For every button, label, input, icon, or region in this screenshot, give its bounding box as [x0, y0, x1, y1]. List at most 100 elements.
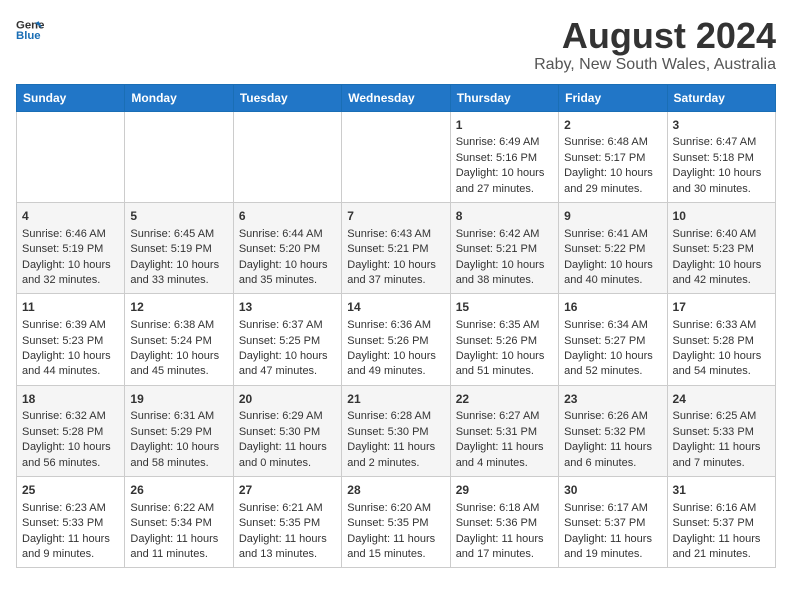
day-cell: 15 Sunrise: 6:35 AMSunset: 5:26 PMDayligh…: [450, 294, 558, 385]
day-info: Sunrise: 6:34 AM: [564, 318, 661, 333]
day-number: 20: [239, 391, 336, 408]
day-cell: [233, 111, 341, 202]
day-info: Daylight: 10 hours: [456, 258, 553, 273]
day-cell: 23Sunrise: 6:26 AMSunset: 5:32 PMDayligh…: [559, 385, 667, 476]
day-cell: 9Sunrise: 6:41 AMSunset: 5:22 PMDaylight…: [559, 202, 667, 293]
day-number: 30: [564, 482, 661, 499]
day-cell: [17, 111, 125, 202]
day-cell: 16Sunrise: 6:34 AMSunset: 5:27 PMDayligh…: [559, 294, 667, 385]
day-info: and 52 minutes.: [564, 364, 661, 379]
day-info: Sunrise: 6:43 AM: [347, 227, 444, 242]
day-info: Sunrise: 6:16 AM: [673, 501, 770, 516]
day-info: Sunset: 5:30 PM: [347, 425, 444, 440]
day-info: Sunrise: 6:29 AM: [239, 409, 336, 424]
day-number: 15: [456, 299, 553, 316]
day-info: Sunrise: 6:22 AM: [130, 501, 227, 516]
day-info: Sunset: 5:19 PM: [22, 242, 119, 257]
header-cell-monday: Monday: [125, 84, 233, 111]
day-info: Sunset: 5:18 PM: [673, 151, 770, 166]
day-number: 22: [456, 391, 553, 408]
day-info: Sunrise: 6:40 AM: [673, 227, 770, 242]
day-info: Sunset: 5:36 PM: [456, 516, 553, 531]
day-number: 25: [22, 482, 119, 499]
day-info: Sunset: 5:27 PM: [564, 334, 661, 349]
day-info: and 42 minutes.: [673, 273, 770, 288]
day-info: Sunrise: 6:44 AM: [239, 227, 336, 242]
day-info: Sunset: 5:17 PM: [564, 151, 661, 166]
day-info: Daylight: 11 hours: [347, 532, 444, 547]
day-info: Daylight: 11 hours: [347, 440, 444, 455]
day-info: Daylight: 10 hours: [673, 349, 770, 364]
day-cell: 25 Sunrise: 6:23 AMSunset: 5:33 PMDayligh…: [17, 477, 125, 568]
week-row-5: 25Sunrise: 6:23 AMSunset: 5:33 PMDayligh…: [17, 477, 776, 568]
day-info: Daylight: 10 hours: [22, 349, 119, 364]
day-info: and 30 minutes.: [673, 182, 770, 197]
day-info: Sunrise: 6:32 AM: [22, 409, 119, 424]
day-info: Daylight: 10 hours: [130, 349, 227, 364]
day-info: and 9 minutes.: [22, 547, 119, 562]
day-cell: 21Sunrise: 6:28 AMSunset: 5:30 PMDayligh…: [342, 385, 450, 476]
day-number: 31: [673, 482, 770, 499]
header-cell-wednesday: Wednesday: [342, 84, 450, 111]
day-info: Sunrise: 6:21 AM: [239, 501, 336, 516]
day-number: 13: [239, 299, 336, 316]
day-info: Sunrise: 6:49 AM: [456, 135, 553, 150]
day-info: Sunrise: 6:23 AM: [22, 501, 119, 516]
day-info: Sunset: 5:22 PM: [564, 242, 661, 257]
day-info: Sunrise: 6:46 AM: [22, 227, 119, 242]
day-cell: 22Sunrise: 6:27 AMSunset: 5:31 PMDayligh…: [450, 385, 558, 476]
day-info: Sunrise: 6:45 AM: [130, 227, 227, 242]
day-info: Sunset: 5:29 PM: [130, 425, 227, 440]
day-info: Sunset: 5:23 PM: [673, 242, 770, 257]
header-cell-friday: Friday: [559, 84, 667, 111]
day-info: Daylight: 10 hours: [456, 166, 553, 181]
day-info: Daylight: 11 hours: [456, 532, 553, 547]
day-info: and 15 minutes.: [347, 547, 444, 562]
day-info: and 40 minutes.: [564, 273, 661, 288]
day-cell: 17Sunrise: 6:33 AMSunset: 5:28 PMDayligh…: [667, 294, 775, 385]
day-info: Sunrise: 6:36 AM: [347, 318, 444, 333]
day-cell: 7Sunrise: 6:43 AMSunset: 5:21 PMDaylight…: [342, 202, 450, 293]
header-cell-thursday: Thursday: [450, 84, 558, 111]
day-info: and 47 minutes.: [239, 364, 336, 379]
day-info: Daylight: 10 hours: [456, 349, 553, 364]
day-info: Sunset: 5:37 PM: [673, 516, 770, 531]
day-cell: 29Sunrise: 6:18 AMSunset: 5:36 PMDayligh…: [450, 477, 558, 568]
day-info: Daylight: 10 hours: [239, 349, 336, 364]
day-info: Sunset: 5:33 PM: [673, 425, 770, 440]
header-row: SundayMondayTuesdayWednesdayThursdayFrid…: [17, 84, 776, 111]
day-info: Sunset: 5:33 PM: [22, 516, 119, 531]
day-number: 9: [564, 208, 661, 225]
day-cell: 28Sunrise: 6:20 AMSunset: 5:35 PMDayligh…: [342, 477, 450, 568]
day-info: Daylight: 11 hours: [673, 440, 770, 455]
day-cell: 18Sunrise: 6:32 AMSunset: 5:28 PMDayligh…: [17, 385, 125, 476]
day-info: Daylight: 11 hours: [22, 532, 119, 547]
day-cell: 14Sunrise: 6:36 AMSunset: 5:26 PMDayligh…: [342, 294, 450, 385]
day-info: Sunset: 5:26 PM: [456, 334, 553, 349]
day-info: Sunrise: 6:35 AM: [456, 318, 553, 333]
day-info: Sunset: 5:31 PM: [456, 425, 553, 440]
day-number: 7: [347, 208, 444, 225]
day-cell: 3Sunrise: 6:47 AMSunset: 5:18 PMDaylight…: [667, 111, 775, 202]
day-info: and 17 minutes.: [456, 547, 553, 562]
day-info: and 33 minutes.: [130, 273, 227, 288]
day-number: 18: [22, 391, 119, 408]
day-number: 17: [673, 299, 770, 316]
day-cell: 13Sunrise: 6:37 AMSunset: 5:25 PMDayligh…: [233, 294, 341, 385]
day-info: and 2 minutes.: [347, 456, 444, 471]
day-info: Sunset: 5:26 PM: [347, 334, 444, 349]
day-info: and 6 minutes.: [564, 456, 661, 471]
day-info: Sunrise: 6:48 AM: [564, 135, 661, 150]
day-info: Daylight: 11 hours: [564, 532, 661, 547]
day-number: 10: [673, 208, 770, 225]
day-cell: 20Sunrise: 6:29 AMSunset: 5:30 PMDayligh…: [233, 385, 341, 476]
day-info: and 35 minutes.: [239, 273, 336, 288]
day-info: and 27 minutes.: [456, 182, 553, 197]
day-cell: 31Sunrise: 6:16 AMSunset: 5:37 PMDayligh…: [667, 477, 775, 568]
day-info: Sunset: 5:28 PM: [22, 425, 119, 440]
svg-text:Blue: Blue: [16, 30, 41, 42]
day-number: 29: [456, 482, 553, 499]
day-info: Sunset: 5:37 PM: [564, 516, 661, 531]
day-info: Daylight: 10 hours: [564, 166, 661, 181]
day-info: and 44 minutes.: [22, 364, 119, 379]
